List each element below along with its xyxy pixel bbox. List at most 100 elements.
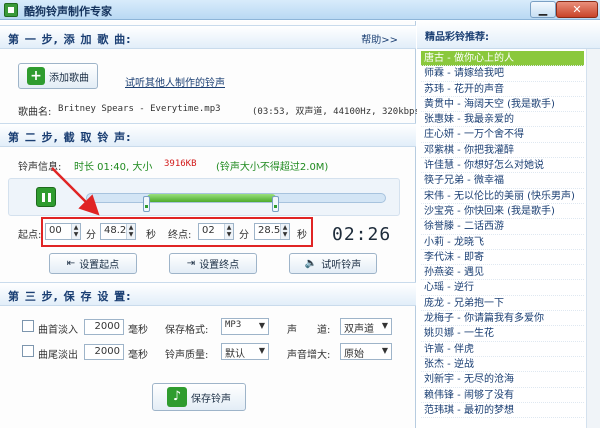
list-item[interactable]: 许嵩 - 伴虎 [421, 342, 584, 357]
step2-title: 第 二 步, 截 取 铃 声: [8, 131, 132, 144]
second-unit: 秒 [146, 230, 156, 241]
spin-arrows-icon[interactable]: ▲ ▼ [224, 224, 233, 239]
list-item[interactable]: 唐古 - 做你心上的人 [421, 51, 584, 67]
fade-out-input[interactable]: 2000 [84, 344, 124, 360]
scrollbar[interactable] [586, 49, 600, 428]
list-item[interactable]: 李代沫 - 即寄 [421, 250, 584, 266]
spin-arrows-icon[interactable]: ▲ ▼ [126, 224, 135, 239]
selection-range [147, 194, 276, 202]
minimize-button[interactable]: ▁ [530, 1, 556, 18]
end-minute-input[interactable]: 02 ▲ ▼ [198, 223, 234, 240]
list-item[interactable]: 张惠妹 - 我最亲爱的 [421, 112, 584, 128]
fade-in-checkbox[interactable] [22, 320, 34, 332]
list-item[interactable]: 赖伟锋 - 闹够了没有 [421, 388, 584, 403]
close-button[interactable]: ✕ [556, 1, 598, 18]
fade-in-label: 曲首淡入 [38, 325, 78, 336]
step3-title: 第 三 步, 保 存 设 置: [8, 290, 132, 303]
list-item[interactable]: 刘新宇 - 无尽的沧海 [421, 372, 584, 388]
chevron-down-icon: ▼ [258, 321, 265, 330]
app-icon [4, 3, 18, 17]
selection-track[interactable] [86, 193, 386, 203]
save-ringtone-button[interactable]: ♪ 保存铃声 [152, 383, 246, 411]
list-item[interactable]: 张杰 - 逆战 [421, 357, 584, 373]
add-song-button[interactable]: + 添加歌曲 [18, 63, 98, 89]
start-label: 起点: [18, 230, 42, 241]
chevron-down-icon: ▼ [258, 346, 265, 355]
chevron-down-icon: ▼ [381, 321, 388, 330]
list-item[interactable]: 黄贯中 - 海阔天空 (我是歌手) [421, 97, 584, 113]
step1-title: 第 一 步, 添 加 歌 曲: [8, 33, 132, 46]
step3-header: 第 三 步, 保 存 设 置: [0, 282, 416, 306]
second-unit: 秒 [297, 230, 307, 241]
start-minute-input[interactable]: 00 ▲ ▼ [45, 223, 81, 240]
fade-in-input[interactable]: 2000 [84, 319, 124, 335]
size-limit-note: (铃声大小不得超过2.0M) [216, 162, 329, 173]
spin-arrows-icon[interactable]: ▲ ▼ [71, 224, 80, 239]
pause-button[interactable] [36, 187, 56, 207]
list-item[interactable]: 范玮琪 - 最初的梦想 [421, 403, 584, 419]
minute-unit: 分 [86, 230, 96, 241]
step2-header: 第 二 步, 截 取 铃 声: [0, 123, 416, 147]
pause-icon [42, 193, 45, 202]
list-item[interactable]: 庄心妍 - 一万个舍不得 [421, 127, 584, 143]
list-item[interactable]: 宋伟 - 无以伦比的美丽 (快乐男声) [421, 189, 584, 204]
volume-select[interactable]: 原始 ▼ [340, 343, 392, 360]
channel-select[interactable]: 双声道 ▼ [340, 318, 392, 335]
listen-others-link[interactable]: 试听其他人制作的铃声 [125, 74, 225, 89]
help-link[interactable]: 帮助>> [361, 31, 398, 46]
start-second-input[interactable]: 48.2 ▲ ▼ [100, 223, 136, 240]
list-item[interactable]: 沙宝亮 - 你快回来 (我是歌手) [421, 204, 584, 220]
duration-text: 时长 01:40, 大小 [74, 162, 153, 173]
set-end-button[interactable]: ⇥ 设置终点 [169, 253, 257, 274]
size-value: 3916KB [164, 159, 197, 169]
minute-unit: 分 [239, 230, 249, 241]
recommend-list: 唐古 - 做你心上的人 师霖 - 请嫁给我吧 苏玮 - 花开的声音 黄贯中 - 海阔天… [421, 51, 584, 419]
speaker-icon: 🔈 [304, 258, 318, 269]
fade-out-unit: 毫秒 [128, 350, 148, 361]
music-note-icon: ♪ [167, 387, 187, 407]
list-item[interactable]: 小莉 - 龙晓飞 [421, 235, 584, 250]
quality-label: 铃声质量: [165, 350, 209, 361]
list-item[interactable]: 筷子兄弟 - 微幸福 [421, 173, 584, 189]
list-item[interactable]: 心瑶 - 逆行 [421, 280, 584, 296]
list-item[interactable]: 师霖 - 请嫁给我吧 [421, 66, 584, 82]
song-info: (03:53, 双声道, 44100Hz, 320kbps) [252, 107, 426, 117]
format-select[interactable]: MP3 ▼ [221, 318, 269, 335]
title-bar: 酷狗铃声制作专家 ▁ ✕ [0, 0, 600, 20]
format-label: 保存格式: [165, 325, 209, 336]
set-start-icon: ⇤ [66, 258, 76, 269]
recommend-title: 精品彩铃推荐: [425, 32, 489, 43]
window-title: 酷狗铃声制作专家 [24, 5, 112, 18]
list-item[interactable]: 孙燕姿 - 遇见 [421, 265, 584, 281]
quality-select[interactable]: 默认 ▼ [221, 343, 269, 360]
time-display: 02:26 [332, 224, 392, 245]
end-label: 终点: [168, 230, 192, 241]
channel-label: 声 道: [287, 325, 331, 336]
set-start-button[interactable]: ⇤ 设置起点 [49, 253, 137, 274]
list-item[interactable]: 邓紫棋 - 你把我灌醉 [421, 143, 584, 159]
step1-header: 第 一 步, 添 加 歌 曲: 帮助>> [0, 25, 416, 49]
end-handle[interactable] [272, 196, 279, 212]
list-item[interactable]: 姚贝娜 - 一生花 [421, 326, 584, 342]
recommend-panel: 精品彩铃推荐: 唐古 - 做你心上的人 师霖 - 请嫁给我吧 苏玮 - 花开的声音黄… [417, 21, 600, 428]
list-item[interactable]: 苏玮 - 花开的声音 [421, 82, 584, 97]
start-handle[interactable] [143, 196, 150, 212]
set-end-icon: ⇥ [186, 258, 196, 269]
fade-in-unit: 毫秒 [128, 325, 148, 336]
spin-arrows-icon[interactable]: ▲ ▼ [280, 224, 289, 239]
list-item[interactable]: 许佳慧 - 你想好怎么对她说 [421, 158, 584, 174]
recommend-header: 精品彩铃推荐: [417, 21, 600, 49]
end-second-input[interactable]: 28.5 ▲ ▼ [254, 223, 290, 240]
fade-out-checkbox[interactable] [22, 345, 34, 357]
song-name-value: Britney Spears - Everytime.mp3 [58, 104, 221, 114]
volume-label: 声音增大: [287, 350, 331, 361]
list-item[interactable]: 徐誉滕 - 二话西游 [421, 219, 584, 235]
plus-icon: + [27, 67, 45, 85]
ringtone-info-label: 铃声信息: [18, 162, 62, 173]
fade-out-label: 曲尾淡出 [38, 350, 78, 361]
list-item[interactable]: 庞龙 - 兄弟抱一下 [421, 296, 584, 312]
listen-button[interactable]: 🔈 试听铃声 [289, 253, 377, 274]
list-item[interactable]: 龙梅子 - 你请篇我有多爱你 [421, 311, 584, 327]
song-name-label: 歌曲名: [18, 107, 52, 118]
chevron-down-icon: ▼ [381, 346, 388, 355]
